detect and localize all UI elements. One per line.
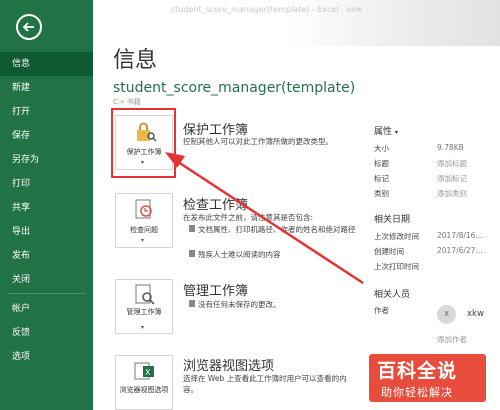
back-arrow-icon xyxy=(22,22,34,32)
nav-feedback[interactable]: 反馈 xyxy=(0,321,93,345)
nav-share[interactable]: 共享 xyxy=(0,196,93,220)
nav-info[interactable]: 信息 xyxy=(0,52,93,76)
watermark-badge: 百科全说 助你轻松解决 xyxy=(369,354,486,402)
nav-new[interactable]: 新建 xyxy=(0,76,93,100)
nav-publish[interactable]: 发布 xyxy=(0,244,93,268)
back-button[interactable] xyxy=(16,14,42,40)
nav-save[interactable]: 保存 xyxy=(0,124,93,148)
nav-open[interactable]: 打开 xyxy=(0,100,93,124)
nav-divider xyxy=(8,293,86,294)
watermark: 百科全说 助你轻松解决 xyxy=(363,348,500,410)
nav-close[interactable]: 关闭 xyxy=(0,268,93,292)
nav-account[interactable]: 帐户 xyxy=(0,297,93,321)
backstage-sidebar: 信息 新建 打开 保存 另存为 打印 共享 导出 发布 关闭 帐户 反馈 选项 xyxy=(0,0,93,410)
nav-options[interactable]: 选项 xyxy=(0,345,93,369)
nav-export[interactable]: 导出 xyxy=(0,220,93,244)
backstage-main: student_score_manager(template) - Excel … xyxy=(93,0,500,410)
watermark-title: 百科全说 xyxy=(377,360,458,382)
nav-print[interactable]: 打印 xyxy=(0,172,93,196)
nav-save-as[interactable]: 另存为 xyxy=(0,148,93,172)
watermark-subtitle: 助你轻松解决 xyxy=(381,386,453,399)
